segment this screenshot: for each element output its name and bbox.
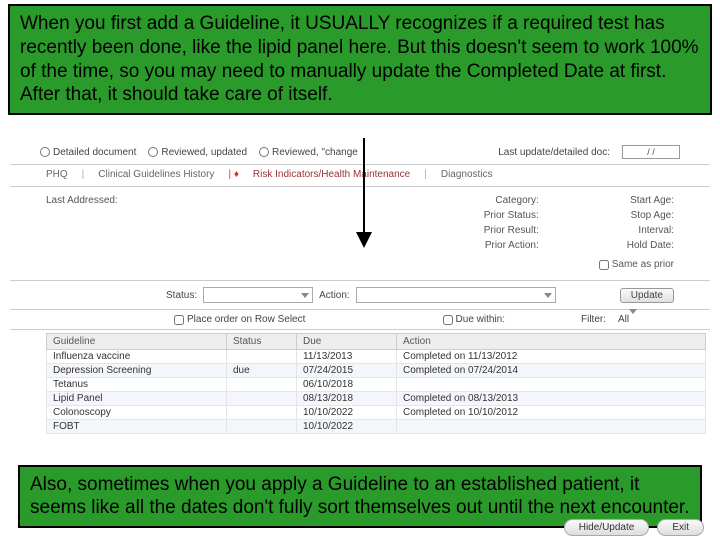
filter-label: Filter: [581,314,606,325]
last-addressed-label: Last Addressed: [46,195,166,206]
last-update-label: Last update/detailed doc: [498,147,610,158]
table-cell [227,378,297,392]
table-cell: 11/13/2013 [297,350,397,364]
tab-phq[interactable]: PHQ [46,169,68,180]
table-cell [397,420,706,434]
chevron-down-icon [629,309,637,325]
radio-detailed[interactable]: Detailed document [40,147,136,158]
filter-row: Place order on Row Select Due within: Fi… [10,310,710,330]
table-row[interactable]: FOBT 10/10/2022 [47,420,706,434]
tab-diagnostics[interactable]: Diagnostics [441,169,493,180]
col-action[interactable]: Action [397,334,706,350]
radio-reviewed-updated[interactable]: Reviewed, updated [148,147,247,158]
due-within-checkbox[interactable]: Due within: [443,314,505,325]
table-row[interactable]: Tetanus 06/10/2018 [47,378,706,392]
table-cell: Colonoscopy [47,406,227,420]
status-select[interactable] [203,287,313,303]
table-cell: 10/10/2022 [297,406,397,420]
table-cell: Influenza vaccine [47,350,227,364]
table-cell: FOBT [47,420,227,434]
table-cell [227,406,297,420]
table-cell: 10/10/2022 [297,420,397,434]
status-action-row: Status: Action: Update [10,281,710,310]
table-cell: Completed on 11/13/2012 [397,350,706,364]
start-age-label: Start Age: [630,195,674,206]
hide-update-button[interactable]: Hide/Update [564,519,650,536]
callout-top: When you first add a Guideline, it USUAL… [8,4,712,115]
table-cell [397,378,706,392]
table-cell [227,420,297,434]
table-row[interactable]: Lipid Panel 08/13/2018Completed on 08/13/… [47,392,706,406]
radio-reviewed-change[interactable]: Reviewed, "change [259,147,358,158]
chevron-down-icon [301,293,309,298]
hold-date-label: Hold Date: [627,240,674,251]
update-button[interactable]: Update [620,288,674,303]
table-cell: Depression Screening [47,364,227,378]
chevron-down-icon [544,293,552,298]
bottom-buttons: Hide/Update Exit [564,519,704,536]
col-status[interactable]: Status [227,334,297,350]
col-due[interactable]: Due [297,334,397,350]
action-select[interactable] [356,287,556,303]
table-cell: due [227,364,297,378]
filter-select[interactable]: All [614,314,674,325]
table-cell: 06/10/2018 [297,378,397,392]
place-order-checkbox[interactable]: Place order on Row Select [174,314,305,325]
status-label: Status: [166,290,197,301]
table-cell: Lipid Panel [47,392,227,406]
tab-clinical-guidelines[interactable]: Clinical Guidelines History [98,169,214,180]
arrow-pointer [351,138,377,248]
table-cell: Completed on 10/10/2012 [397,406,706,420]
table-cell: 07/24/2015 [297,364,397,378]
table-cell: Completed on 07/24/2014 [397,364,706,378]
guidelines-table: Guideline Status Due Action Influenza va… [46,333,706,434]
tab-risk-indicators[interactable]: Risk Indicators/Health Maintenance [253,169,410,180]
col-guideline[interactable]: Guideline [47,334,227,350]
action-label: Action: [319,290,350,301]
prior-result-label: Prior Result: [484,225,539,236]
table-cell: 08/13/2018 [297,392,397,406]
last-update-date[interactable]: / / [622,145,680,159]
table-cell [227,350,297,364]
table-cell: Completed on 08/13/2013 [397,392,706,406]
prior-action-label: Prior Action: [485,240,539,251]
table-cell [227,392,297,406]
category-label: Category: [495,195,538,206]
stop-age-label: Stop Age: [631,210,674,221]
prior-status-label: Prior Status: [484,210,539,221]
table-row[interactable]: Influenza vaccine 11/13/2013Completed on … [47,350,706,364]
same-as-prior-checkbox[interactable]: Same as prior [599,259,674,270]
table-cell: Tetanus [47,378,227,392]
exit-button[interactable]: Exit [657,519,704,536]
table-row[interactable]: Colonoscopy 10/10/2022Completed on 10/10/… [47,406,706,420]
interval-label: Interval: [638,225,674,236]
table-row[interactable]: Depression Screeningdue07/24/2015Complet… [47,364,706,378]
